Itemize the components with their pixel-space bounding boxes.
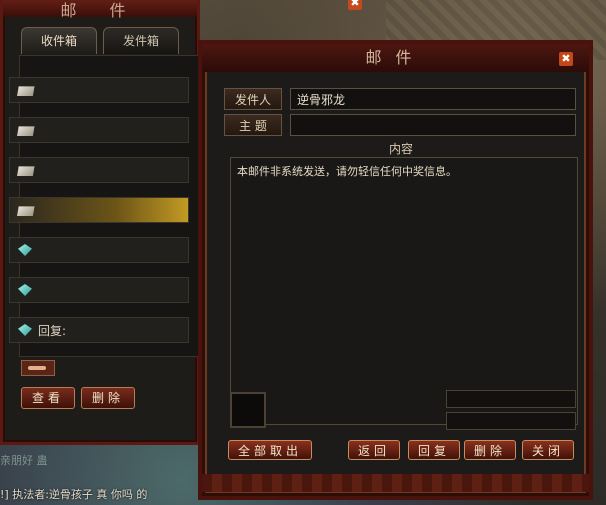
mail-list-item[interactable] [9, 77, 189, 103]
mail-content-body[interactable]: 本邮件非系统发送，请勿轻信任何中奖信息。 [230, 157, 578, 425]
gem-icon [18, 284, 32, 296]
mail-list-item[interactable] [9, 157, 189, 183]
envelope-icon [17, 204, 35, 216]
content-label: 内容 [388, 142, 413, 156]
inbox-window-title: 邮 件 [3, 0, 197, 20]
view-button[interactable]: 查看 [21, 387, 75, 409]
close-button[interactable]: 关闭 [522, 440, 574, 460]
tab-outbox[interactable]: 发件箱 [103, 27, 179, 54]
take-all-button[interactable]: 全部取出 [228, 440, 312, 460]
chat-line: !] 执法者:逆骨孩子 真 你吗 的 [0, 488, 148, 501]
mail-list-item[interactable] [9, 117, 189, 143]
attachment-slot[interactable] [230, 392, 266, 428]
mail-list-item[interactable] [9, 237, 189, 263]
mail-list-item-selected[interactable] [9, 197, 189, 223]
inbox-window: 邮 件 收件箱 发件箱 回复: 查看 删除 [0, 0, 205, 445]
window-bottom-ornament [202, 474, 589, 492]
attachment-info-field [446, 390, 576, 408]
envelope-icon [17, 164, 35, 176]
mail-list-item[interactable] [9, 277, 189, 303]
mail-window-title: 邮件 [202, 44, 589, 72]
delete-mail-button[interactable]: 删除 [81, 387, 135, 409]
mail-read-window: 邮件 ✖ 发件人 逆骨邪龙 主 题 内容 本邮件非系统发送，请勿轻信任何中奖信息… [198, 40, 593, 500]
envelope-icon [17, 124, 35, 136]
gem-icon [18, 244, 32, 256]
tab-inbox[interactable]: 收件箱 [21, 27, 97, 54]
attachment-info-field [446, 412, 576, 430]
mail-item-label: 回复: [38, 323, 67, 338]
delete-button[interactable]: 删除 [464, 440, 516, 460]
scroll-handle-icon[interactable] [21, 360, 55, 376]
reply-button[interactable]: 回复 [408, 440, 460, 460]
back-button[interactable]: 返回 [348, 440, 400, 460]
sender-field: 逆骨邪龙 [290, 88, 576, 110]
mail-list-item[interactable]: 回复: [9, 317, 189, 343]
envelope-icon [17, 84, 35, 96]
chat-line: 亲朋好 蛊 [0, 454, 48, 467]
gem-icon [18, 324, 32, 336]
close-icon[interactable]: ✖ [559, 52, 573, 66]
mailbox-tabs: 收件箱 发件箱 [21, 27, 179, 55]
subject-label: 主 题 [224, 114, 282, 136]
sender-label: 发件人 [224, 88, 282, 110]
inbox-close-icon[interactable]: ✖ [348, 0, 362, 10]
subject-field [290, 114, 576, 136]
mail-detail-panel: 发件人 逆骨邪龙 主 题 内容 本邮件非系统发送，请勿轻信任何中奖信息。 [224, 82, 578, 425]
